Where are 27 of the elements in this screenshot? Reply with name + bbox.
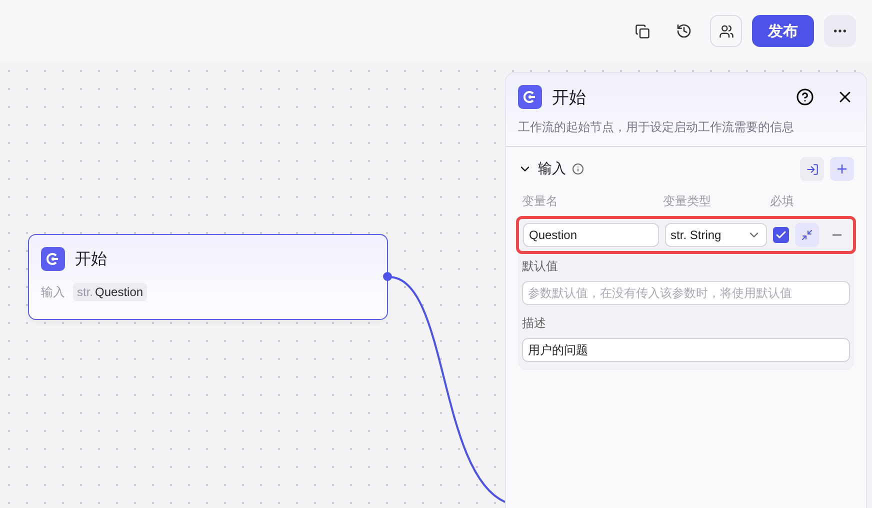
type-select[interactable]: str. String xyxy=(664,223,768,247)
column-header: 变量名 xyxy=(522,193,559,210)
panel-title: 开始 xyxy=(552,86,586,108)
parameter-tag: str. Question xyxy=(73,283,148,301)
required-checkbox[interactable] xyxy=(773,227,790,243)
collapse-icon[interactable] xyxy=(795,223,820,247)
input-label: 输入 xyxy=(41,284,65,300)
name-field[interactable]: Question xyxy=(523,223,659,247)
info-icon xyxy=(572,163,584,175)
users-icon[interactable] xyxy=(710,15,742,47)
start-icon xyxy=(522,89,538,105)
publish-button[interactable]: 发布 xyxy=(752,15,814,47)
node-title: 开始 xyxy=(75,250,107,270)
check-icon xyxy=(775,229,788,241)
description-field[interactable]: 用户的问题 xyxy=(522,338,850,362)
column-header: 变量类型 xyxy=(663,193,712,210)
field-label: 默认值 xyxy=(522,258,559,275)
start-icon xyxy=(45,251,61,267)
panel-description: 工作流的起始节点，用于设定启动工作流需要的信息 xyxy=(518,119,795,136)
import-icon[interactable] xyxy=(800,157,824,181)
output-port[interactable] xyxy=(383,272,392,281)
field-label: 描述 xyxy=(522,315,547,332)
section-title: 输入 xyxy=(538,160,566,178)
column-header: 必填 xyxy=(770,193,795,210)
start-node[interactable]: 开始 输入 str. Question xyxy=(28,234,388,320)
help-icon[interactable] xyxy=(796,88,814,106)
add-icon[interactable] xyxy=(830,157,854,181)
